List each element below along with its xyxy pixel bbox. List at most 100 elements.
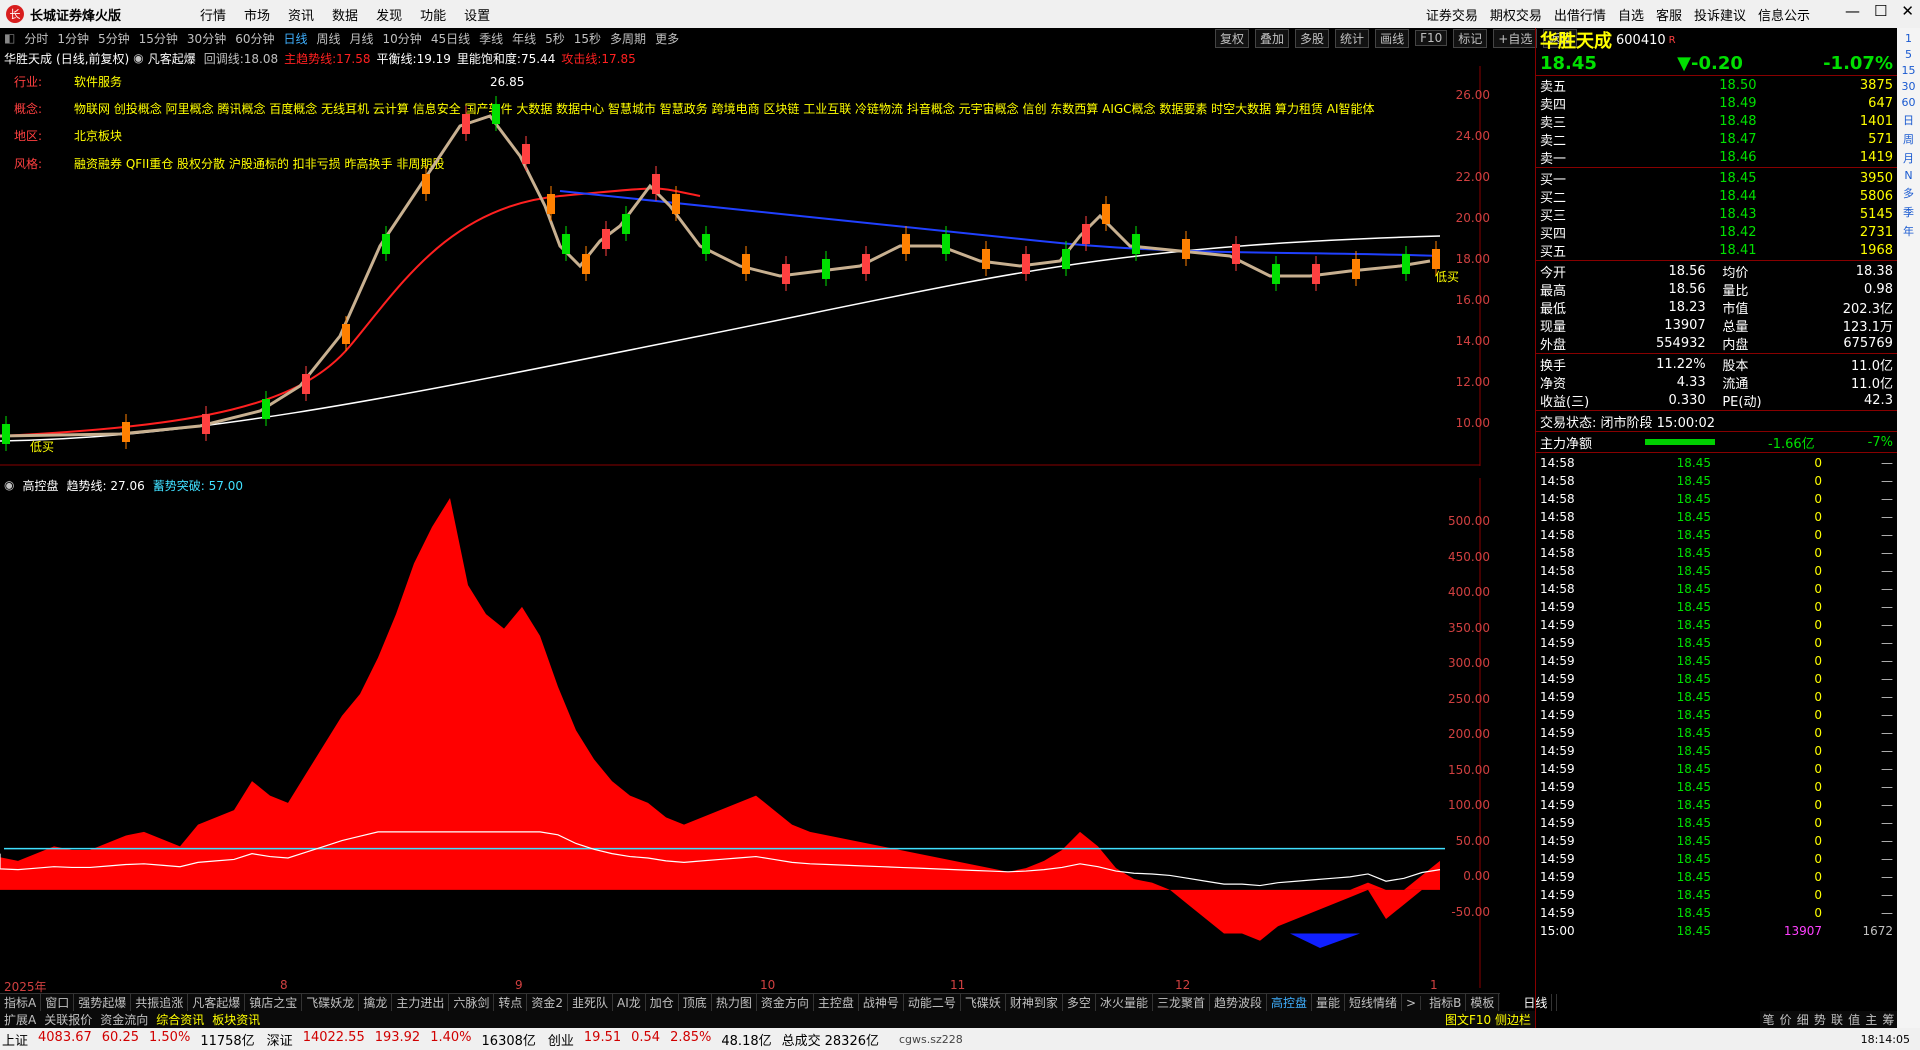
ind-tab-17[interactable]: 资金方向 bbox=[757, 994, 814, 1011]
trade-list[interactable]: 14:58 18.45 0— 14:58 18.45 0— 14:58 18.45 0— 14:5… bbox=[1536, 454, 1897, 940]
ind-tab-18[interactable]: 主控盘 bbox=[814, 994, 859, 1011]
ind-tab-9[interactable]: 六脉剑 bbox=[449, 994, 495, 1011]
side-item-8[interactable]: N bbox=[1900, 169, 1918, 182]
period-14[interactable]: 15秒 bbox=[574, 30, 601, 47]
ind-tab-29[interactable]: 短线情绪 bbox=[1345, 994, 1403, 1011]
top-link-2[interactable]: 出借行情 bbox=[1554, 5, 1606, 24]
ind-tab-5[interactable]: 镇店之宝 bbox=[245, 994, 303, 1011]
chart-tool-6[interactable]: 标记 bbox=[1453, 28, 1488, 48]
period-0[interactable]: 分时 bbox=[24, 30, 48, 47]
ind-tab-4[interactable]: 凡客起爆 bbox=[188, 994, 246, 1011]
minimize-icon[interactable]: — bbox=[1845, 2, 1860, 20]
chart-tool-0[interactable]: 复权 bbox=[1215, 28, 1250, 48]
period-10[interactable]: 45日线 bbox=[431, 30, 470, 47]
ind-tab-more-icon[interactable]: > bbox=[1402, 995, 1422, 1010]
index-2[interactable]: 创业 19.51 0.54 2.85% 48.18亿 bbox=[548, 1030, 772, 1049]
period-5[interactable]: 60分钟 bbox=[235, 30, 274, 47]
bottom-tab-2[interactable]: 资金流向 bbox=[96, 1011, 152, 1028]
side-item-9[interactable]: 多 bbox=[1900, 185, 1918, 201]
side-item-10[interactable]: 季 bbox=[1900, 204, 1918, 220]
side-item-0[interactable]: 1 bbox=[1900, 32, 1918, 45]
period-8[interactable]: 月线 bbox=[350, 30, 374, 47]
menu-0[interactable]: 行情 bbox=[200, 5, 226, 24]
index-1[interactable]: 深证 14022.55 193.92 1.40% 16308亿 bbox=[267, 1030, 536, 1049]
chart-tool-5[interactable]: F10 bbox=[1415, 30, 1448, 46]
asks-row[interactable]: 卖五 18.50 3875 bbox=[1536, 76, 1897, 95]
chart-tool-2[interactable]: 多股 bbox=[1295, 28, 1330, 48]
ind-tab-14[interactable]: 加仓 bbox=[646, 994, 679, 1011]
period-12[interactable]: 年线 bbox=[512, 30, 536, 47]
period-3[interactable]: 15分钟 bbox=[139, 30, 178, 47]
top-link-0[interactable]: 证券交易 bbox=[1426, 5, 1478, 24]
ind-tab-24[interactable]: 冰火量能 bbox=[1096, 994, 1153, 1011]
ind-tab-7[interactable]: 擒龙 bbox=[359, 994, 393, 1011]
top-link-3[interactable]: 自选 bbox=[1618, 5, 1644, 24]
ind-tab-25[interactable]: 三龙聚首 bbox=[1153, 994, 1210, 1011]
ind-tab-21[interactable]: 飞碟妖 bbox=[961, 994, 1006, 1011]
side-item-5[interactable]: 日 bbox=[1900, 112, 1918, 128]
period-6[interactable]: 日线 bbox=[283, 30, 307, 47]
period-4[interactable]: 30分钟 bbox=[187, 30, 226, 47]
menu-3[interactable]: 数据 bbox=[332, 5, 358, 24]
side-item-11[interactable]: 年 bbox=[1900, 223, 1918, 239]
ind-right-1[interactable]: 模板 bbox=[1466, 994, 1500, 1011]
ind-tab-2[interactable]: 强势起爆 bbox=[74, 994, 132, 1011]
period-9[interactable]: 10分钟 bbox=[383, 30, 422, 47]
ind-tab-26[interactable]: 趋势波段 bbox=[1210, 994, 1267, 1011]
top-link-4[interactable]: 客服 bbox=[1656, 5, 1682, 24]
ind-tab-19[interactable]: 战神号 bbox=[859, 994, 904, 1011]
period-2[interactable]: 5分钟 bbox=[98, 30, 130, 47]
ind-tab-27[interactable]: 高控盘 bbox=[1267, 994, 1312, 1011]
menu-1[interactable]: 市场 bbox=[244, 5, 270, 24]
ind-tab-20[interactable]: 动能二号 bbox=[904, 994, 961, 1011]
asks-row[interactable]: 卖四 18.49 647 bbox=[1536, 94, 1897, 113]
asks-row[interactable]: 卖一 18.46 1419 bbox=[1536, 148, 1897, 167]
side-item-4[interactable]: 60 bbox=[1900, 96, 1918, 109]
bids-row[interactable]: 买四 18.42 2731 bbox=[1536, 223, 1897, 242]
bids-row[interactable]: 买三 18.43 5145 bbox=[1536, 205, 1897, 224]
close-icon[interactable]: ✕ bbox=[1901, 2, 1914, 20]
ind-tab-15[interactable]: 顶底 bbox=[679, 994, 712, 1011]
f10-sidebar-link[interactable]: 图文F10 侧边栏 bbox=[1441, 1011, 1535, 1028]
side-item-2[interactable]: 15 bbox=[1900, 64, 1918, 77]
chart-tool-3[interactable]: 统计 bbox=[1335, 28, 1370, 48]
menu-4[interactable]: 发现 bbox=[376, 5, 402, 24]
side-item-6[interactable]: 周 bbox=[1900, 131, 1918, 147]
period-15[interactable]: 多周期 bbox=[610, 30, 646, 47]
menu-5[interactable]: 功能 bbox=[420, 5, 446, 24]
ind-tab-12[interactable]: 韭死队 bbox=[568, 994, 614, 1011]
ind-right-0[interactable]: 指标B bbox=[1425, 994, 1467, 1011]
chart-tool-1[interactable]: 叠加 bbox=[1255, 28, 1290, 48]
ind-tab-11[interactable]: 资金2 bbox=[527, 994, 569, 1011]
asks-row[interactable]: 卖三 18.48 1401 bbox=[1536, 112, 1897, 131]
main-kline-chart[interactable]: 26.85低买低买 bbox=[0, 66, 1485, 466]
bottom-tab-1[interactable]: 关联报价 bbox=[40, 1011, 96, 1028]
ind-tab-22[interactable]: 财神到家 bbox=[1006, 994, 1063, 1011]
ind-tab-10[interactable]: 转点 bbox=[494, 994, 528, 1011]
chart-tool-4[interactable]: 画线 bbox=[1375, 28, 1410, 48]
bids-row[interactable]: 买五 18.41 1968 bbox=[1536, 241, 1897, 260]
chart-tool-7[interactable]: +自选 bbox=[1493, 28, 1538, 48]
asks-row[interactable]: 卖二 18.47 571 bbox=[1536, 130, 1897, 149]
ind-tab-28[interactable]: 量能 bbox=[1312, 994, 1346, 1011]
panel-toggle-icon[interactable]: ◧ bbox=[4, 31, 15, 45]
side-item-3[interactable]: 30 bbox=[1900, 80, 1918, 93]
bottom-tab-4[interactable]: 板块资讯 bbox=[208, 1011, 264, 1028]
bottom-tab-3[interactable]: 综合资讯 bbox=[152, 1011, 208, 1028]
index-0[interactable]: 上证 4083.67 60.25 1.50% 11758亿 bbox=[2, 1030, 255, 1049]
top-link-1[interactable]: 期权交易 bbox=[1490, 5, 1542, 24]
indicator-name[interactable]: 凡客起爆 bbox=[148, 50, 196, 67]
side-item-7[interactable]: 月 bbox=[1900, 150, 1918, 166]
ind-tab-0[interactable]: 指标A bbox=[0, 994, 42, 1011]
settings-icon[interactable]: ◉ bbox=[133, 51, 143, 65]
ind-tab-8[interactable]: 主力进出 bbox=[392, 994, 450, 1011]
bids-row[interactable]: 买一 18.45 3950 bbox=[1536, 169, 1897, 188]
top-link-5[interactable]: 投诉建议 bbox=[1694, 5, 1746, 24]
maximize-icon[interactable]: ☐ bbox=[1874, 2, 1887, 20]
bottom-tab-0[interactable]: 扩展A bbox=[0, 1011, 40, 1028]
sub-indicator-chart[interactable] bbox=[0, 478, 1485, 988]
ind-tab-13[interactable]: AI龙 bbox=[613, 994, 646, 1011]
ind-tab-6[interactable]: 飞碟妖龙 bbox=[302, 994, 360, 1011]
period-7[interactable]: 周线 bbox=[317, 30, 341, 47]
side-item-1[interactable]: 5 bbox=[1900, 48, 1918, 61]
